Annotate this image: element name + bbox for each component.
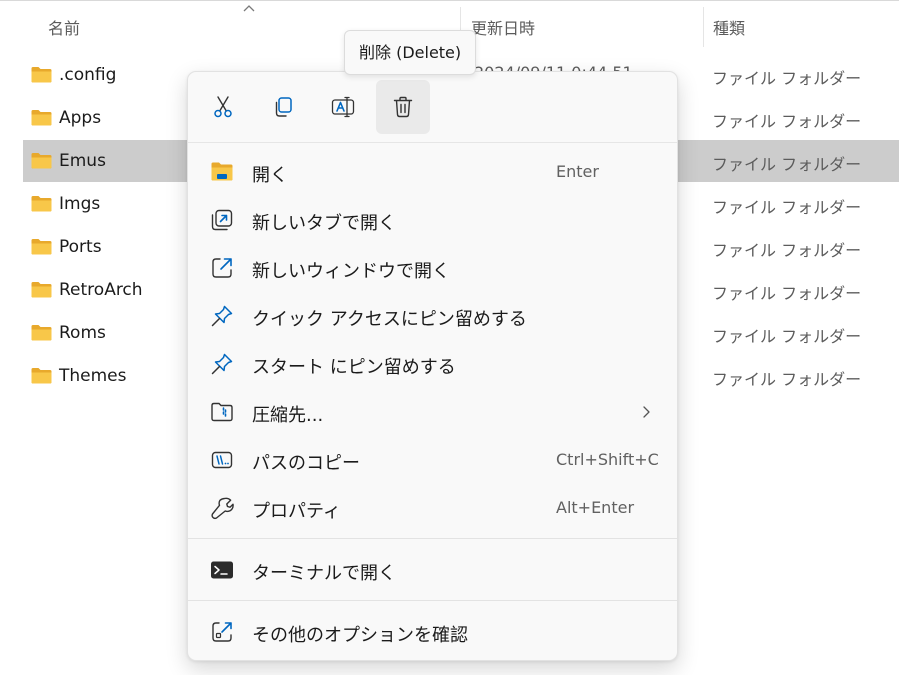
file-type: ファイル フォルダー [712, 155, 862, 174]
delete-tooltip: 削除 (Delete) [344, 30, 477, 75]
folder-icon [31, 282, 52, 298]
wrench-icon [211, 497, 234, 520]
more-options-icon [212, 622, 232, 642]
folder-icon [31, 67, 52, 83]
menu-divider [188, 600, 677, 601]
zip-folder-icon [211, 402, 233, 422]
folder-icon [31, 153, 52, 169]
folder-icon [31, 325, 52, 341]
folder-open-icon [211, 162, 233, 181]
folder-icon [31, 368, 52, 384]
new-tab-icon [211, 209, 233, 231]
folder-icon [31, 110, 52, 126]
rename-icon [331, 96, 355, 118]
folder-icon [31, 239, 52, 255]
menu-item-shortcut: Alt+Enter [556, 498, 635, 517]
pin-icon [211, 353, 233, 375]
file-type: ファイル フォルダー [712, 327, 862, 346]
menu-item-label: その他のオプションを確認 [252, 625, 468, 646]
menu-item-label: プロパティ [252, 501, 341, 522]
file-name: Themes [59, 366, 127, 386]
copy-icon [275, 97, 292, 117]
file-type: ファイル フォルダー [712, 198, 862, 217]
menu-item-pin-start[interactable]: スタート にピン留めする [194, 341, 671, 387]
menu-item-shortcut: Ctrl+Shift+C [556, 450, 659, 469]
context-menu-toolbar [188, 72, 677, 143]
file-name: RetroArch [59, 280, 143, 300]
menu-item-pin-quick-access[interactable]: クイック アクセスにピン留めする [194, 293, 671, 339]
menu-item-properties[interactable]: プロパティ Alt+Enter [194, 485, 671, 531]
folder-icon [31, 196, 52, 212]
menu-item-label: 新しいウィンドウで開く [252, 261, 450, 282]
terminal-icon [211, 561, 233, 579]
file-name: Emus [59, 151, 106, 171]
column-divider[interactable] [703, 7, 704, 47]
file-type: ファイル フォルダー [712, 112, 862, 131]
menu-item-more-options[interactable]: その他のオプションを確認 [194, 609, 671, 655]
menu-item-label: 開く [252, 165, 288, 186]
menu-item-open-new-window[interactable]: 新しいウィンドウで開く [194, 245, 671, 291]
file-name: Imgs [59, 194, 101, 214]
menu-item-copy-path[interactable]: パスのコピー Ctrl+Shift+C [194, 437, 671, 483]
delete-button[interactable] [376, 80, 430, 134]
open-external-icon [212, 258, 232, 278]
menu-item-label: スタート にピン留めする [252, 357, 456, 378]
file-type: ファイル フォルダー [712, 69, 862, 88]
file-name: Roms [59, 323, 106, 343]
cut-button[interactable] [196, 80, 250, 134]
sort-ascending-icon[interactable] [242, 3, 256, 13]
trash-icon [393, 96, 413, 118]
scissors-icon [214, 96, 232, 118]
copy-button[interactable] [256, 80, 310, 134]
menu-item-shortcut: Enter [556, 162, 599, 181]
menu-item-label: ターミナルで開く [252, 563, 396, 584]
menu-item-label: 新しいタブで開く [252, 213, 396, 234]
rename-button[interactable] [316, 80, 370, 134]
column-modified-header[interactable]: 更新日時 [471, 15, 535, 39]
context-menu: 開く Enter 新しいタブで開く 新しいウィンドウで開く クイック アクセスに… [187, 71, 678, 661]
menu-item-label: 圧縮先... [252, 405, 324, 426]
column-name-header[interactable]: 名前 [48, 15, 80, 39]
menu-divider [188, 538, 677, 539]
menu-item-label: パスのコピー [252, 453, 360, 474]
pin-icon [211, 305, 233, 327]
copy-path-icon [211, 451, 233, 469]
menu-item-open-new-tab[interactable]: 新しいタブで開く [194, 197, 671, 243]
menu-item-open[interactable]: 開く Enter [194, 149, 671, 195]
menu-item-label: クイック アクセスにピン留めする [252, 309, 527, 330]
chevron-right-icon [643, 406, 650, 418]
file-type: ファイル フォルダー [712, 370, 862, 389]
file-name: .config [59, 65, 117, 85]
file-name: Ports [59, 237, 102, 257]
menu-item-open-terminal[interactable]: ターミナルで開く [194, 547, 671, 593]
file-type: ファイル フォルダー [712, 284, 862, 303]
file-name: Apps [59, 108, 102, 128]
file-type: ファイル フォルダー [712, 241, 862, 260]
column-type-header[interactable]: 種類 [713, 15, 745, 39]
menu-item-compress[interactable]: 圧縮先... [194, 389, 671, 435]
